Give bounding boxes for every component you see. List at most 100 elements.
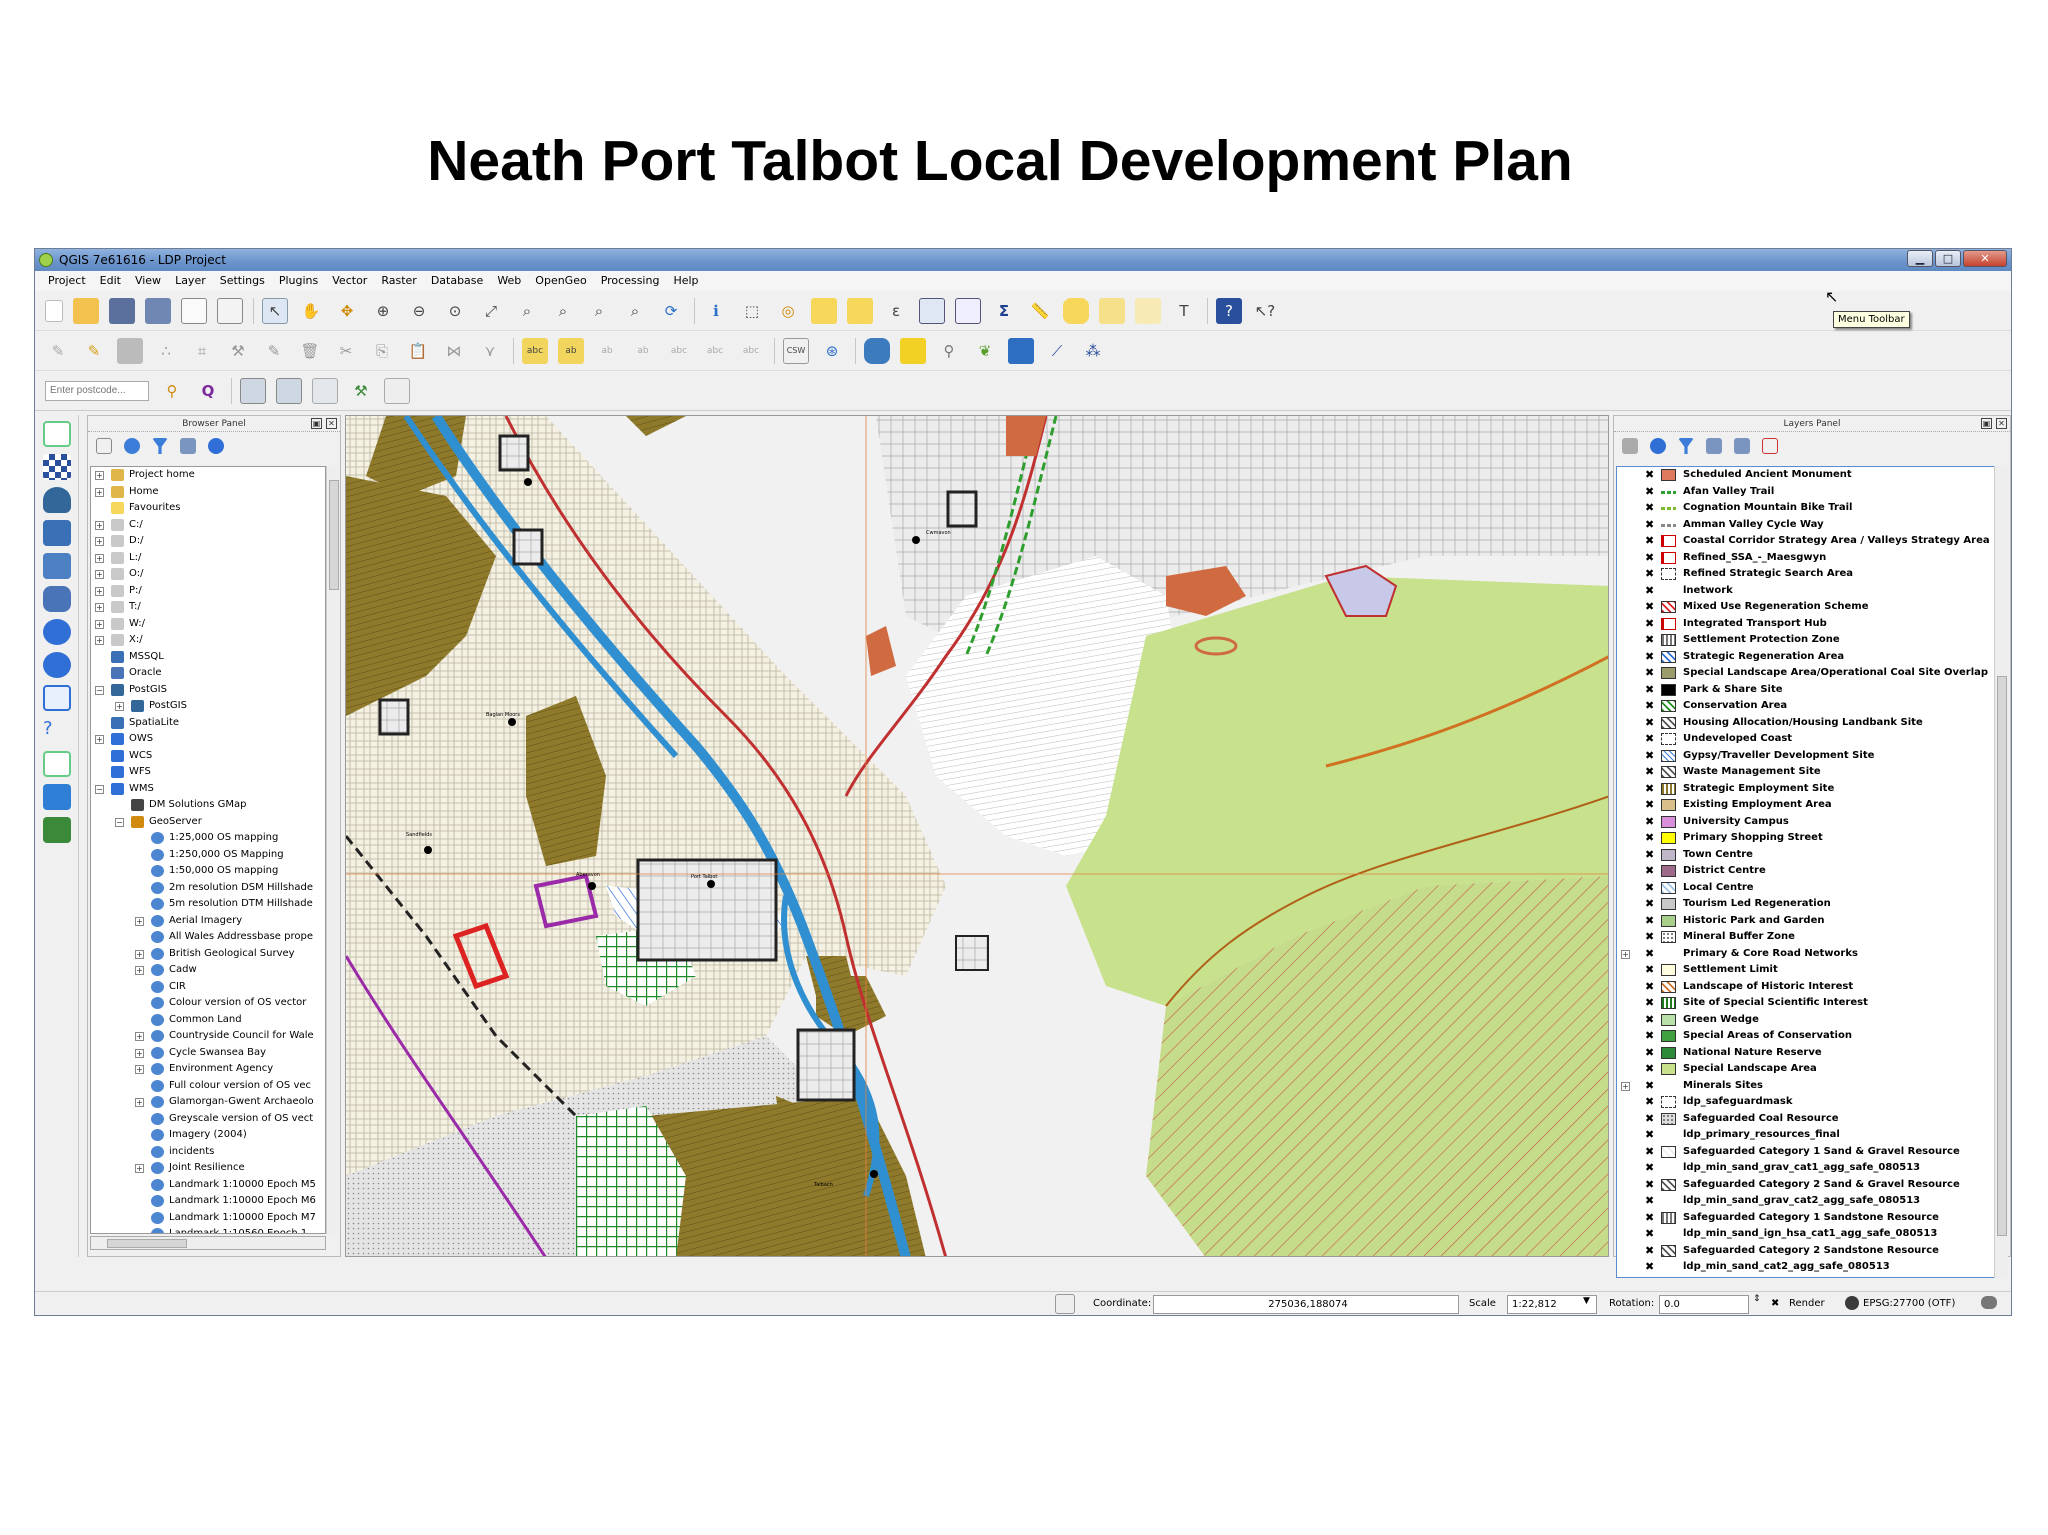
attribute-table-icon[interactable] bbox=[919, 297, 945, 324]
properties-icon[interactable] bbox=[208, 438, 224, 454]
layer-item[interactable]: ✖ Park & Share Site bbox=[1617, 682, 1995, 699]
expand-toggle-icon[interactable]: + bbox=[1621, 949, 1630, 959]
layer-visibility-checkbox[interactable]: ✖ bbox=[1645, 1096, 1654, 1107]
browser-tree[interactable]: + Project home + Home Favourites + C:/ + D:/ + L:/… bbox=[90, 466, 326, 1234]
layer-visibility-checkbox[interactable]: ✖ bbox=[1645, 601, 1654, 612]
browser-item[interactable]: + P:/ bbox=[91, 583, 325, 600]
composer-manager-icon[interactable] bbox=[217, 297, 243, 324]
layer-visibility-icon[interactable] bbox=[1650, 438, 1666, 454]
browser-item[interactable]: + O:/ bbox=[91, 566, 325, 583]
raster-info-icon[interactable] bbox=[276, 377, 302, 404]
zoom-last-icon[interactable]: ⌕ bbox=[586, 298, 612, 324]
statistics-icon[interactable]: Σ bbox=[991, 298, 1017, 324]
filter-browser-icon[interactable] bbox=[152, 438, 168, 454]
label-icon[interactable]: abc bbox=[522, 337, 548, 364]
map-canvas[interactable]: Baglan Moors Sandfields Aberavon Port Ta… bbox=[345, 415, 1609, 1257]
layer-visibility-checkbox[interactable]: ✖ bbox=[1645, 1014, 1654, 1025]
layer-visibility-checkbox[interactable]: ✖ bbox=[1645, 766, 1654, 777]
layer-item[interactable]: ✖ Tourism Led Regeneration bbox=[1617, 896, 1995, 913]
float-panel-icon[interactable]: ▣ bbox=[1981, 418, 1992, 429]
map-tips-icon[interactable] bbox=[1063, 297, 1089, 324]
layer-visibility-checkbox[interactable]: ✖ bbox=[1645, 816, 1654, 827]
layer-visibility-checkbox[interactable]: ✖ bbox=[1645, 618, 1654, 629]
browser-item[interactable]: Colour version of OS vector bbox=[91, 995, 325, 1012]
browser-item[interactable]: Favourites bbox=[91, 500, 325, 517]
layer-visibility-checkbox[interactable]: ✖ bbox=[1645, 865, 1654, 876]
rotation-spinner-icon[interactable]: ⇕ bbox=[1753, 1294, 1761, 1304]
layer-visibility-checkbox[interactable]: ✖ bbox=[1645, 469, 1654, 480]
add-spatialite-layer-icon[interactable] bbox=[43, 520, 71, 546]
expand-toggle-icon[interactable]: + bbox=[115, 702, 124, 711]
delete-selected-icon[interactable]: 🗑 bbox=[297, 338, 323, 364]
layer-item[interactable]: ✖ Town Centre bbox=[1617, 847, 1995, 864]
layer-item[interactable]: ✖ Strategic Regeneration Area bbox=[1617, 649, 1995, 666]
geoprocess-icon[interactable]: ⚲ bbox=[936, 338, 962, 364]
add-postgis-layer-icon[interactable] bbox=[43, 487, 71, 513]
layer-visibility-checkbox[interactable]: ✖ bbox=[1645, 1129, 1654, 1140]
expand-toggle-icon[interactable]: + bbox=[95, 619, 104, 629]
layer-item[interactable]: ✖ Undeveloped Coast bbox=[1617, 731, 1995, 748]
raster-align-icon[interactable] bbox=[312, 377, 338, 404]
layer-item[interactable]: ✖ ldp_min_sand_grav_cat1_agg_safe_080513 bbox=[1617, 1160, 1995, 1177]
expand-toggle-icon[interactable]: + bbox=[135, 949, 144, 959]
browser-item[interactable]: − WMS bbox=[91, 781, 325, 798]
expand-toggle-icon[interactable]: + bbox=[95, 603, 104, 612]
menu-edit[interactable]: Edit bbox=[93, 271, 128, 291]
layer-item[interactable]: + ✖ Primary & Core Road Networks bbox=[1617, 946, 1995, 963]
expand-toggle-icon[interactable]: + bbox=[95, 553, 104, 563]
layer-visibility-checkbox[interactable]: ✖ bbox=[1645, 717, 1654, 728]
expression-select-icon[interactable]: ε bbox=[883, 298, 909, 324]
layer-item[interactable]: ✖ Conservation Area bbox=[1617, 698, 1995, 715]
bookmark-icon[interactable] bbox=[1099, 297, 1125, 324]
browser-item[interactable]: + Joint Resilience bbox=[91, 1160, 325, 1177]
layer-visibility-checkbox[interactable]: ✖ bbox=[1645, 651, 1654, 662]
menu-help[interactable]: Help bbox=[666, 271, 705, 291]
menu-opengeo[interactable]: OpenGeo bbox=[528, 271, 593, 291]
remove-layer-icon[interactable] bbox=[1762, 438, 1778, 454]
pan-to-selection-icon[interactable]: ✥ bbox=[334, 298, 360, 324]
add-leaf-layer-icon[interactable] bbox=[43, 817, 71, 843]
open-project-icon[interactable] bbox=[73, 297, 99, 324]
browser-item[interactable]: Greyscale version of OS vect bbox=[91, 1111, 325, 1128]
postcode-search-icon[interactable]: ⚲ bbox=[159, 378, 185, 404]
browser-item[interactable]: + PostGIS bbox=[91, 698, 325, 715]
expand-toggle-icon[interactable]: + bbox=[95, 586, 104, 596]
toggle-editing-icon[interactable]: ✎ bbox=[81, 338, 107, 364]
filter-legend-icon[interactable] bbox=[1678, 438, 1694, 454]
add-selected-icon[interactable] bbox=[96, 438, 112, 454]
layer-visibility-checkbox[interactable]: ✖ bbox=[1645, 1212, 1654, 1223]
label-move-icon[interactable]: ab bbox=[630, 338, 656, 364]
browser-item[interactable]: − PostGIS bbox=[91, 682, 325, 699]
raster-calc-icon[interactable] bbox=[240, 377, 266, 404]
window-titlebar[interactable]: QGIS 7e61616 - LDP Project ▁ □ ✕ bbox=[35, 249, 2011, 271]
layer-visibility-checkbox[interactable]: ✖ bbox=[1645, 1195, 1654, 1206]
browser-item[interactable]: Oracle bbox=[91, 665, 325, 682]
browser-vertical-scrollbar[interactable] bbox=[326, 466, 340, 1234]
layer-item[interactable]: ✖ Special Landscape Area bbox=[1617, 1061, 1995, 1078]
python-console-icon[interactable] bbox=[864, 337, 890, 364]
layer-item[interactable]: ✖ ldp_min_sand_ign_hsa_cat1_agg_safe_0805… bbox=[1617, 1226, 1995, 1243]
layer-visibility-checkbox[interactable]: ✖ bbox=[1645, 898, 1654, 909]
add-wfs-layer-icon[interactable] bbox=[43, 685, 71, 711]
layer-item[interactable]: ✖ Housing Allocation/Housing Landbank Sit… bbox=[1617, 715, 1995, 732]
graph-icon[interactable]: ⟋ bbox=[1044, 338, 1070, 364]
expand-toggle-icon[interactable]: + bbox=[135, 1032, 144, 1041]
zoom-layer-icon[interactable]: ⌕ bbox=[550, 298, 576, 324]
select-radius-icon[interactable]: ◎ bbox=[775, 298, 801, 324]
select-location-icon[interactable] bbox=[847, 297, 873, 324]
menu-layer[interactable]: Layer bbox=[168, 271, 213, 291]
layer-visibility-checkbox[interactable]: ✖ bbox=[1645, 634, 1654, 645]
layer-visibility-checkbox[interactable]: ✖ bbox=[1645, 849, 1654, 860]
layers-vertical-scrollbar[interactable] bbox=[1994, 466, 2008, 1278]
expand-toggle-icon[interactable]: + bbox=[135, 1164, 144, 1173]
save-as-icon[interactable] bbox=[145, 297, 171, 324]
browser-item[interactable]: Common Land bbox=[91, 1012, 325, 1029]
layer-visibility-checkbox[interactable]: ✖ bbox=[1645, 931, 1654, 942]
new-shapefile-icon[interactable] bbox=[43, 751, 71, 777]
layer-item[interactable]: ✖ Site of Special Scientific Interest bbox=[1617, 995, 1995, 1012]
cut-features-icon[interactable]: ✂ bbox=[333, 338, 359, 364]
layer-item[interactable]: ✖ ldp_safeguardmask bbox=[1617, 1094, 1995, 1111]
menu-processing[interactable]: Processing bbox=[594, 271, 667, 291]
zoom-next-icon[interactable]: ⌕ bbox=[622, 298, 648, 324]
browser-item[interactable]: + Home bbox=[91, 484, 325, 501]
